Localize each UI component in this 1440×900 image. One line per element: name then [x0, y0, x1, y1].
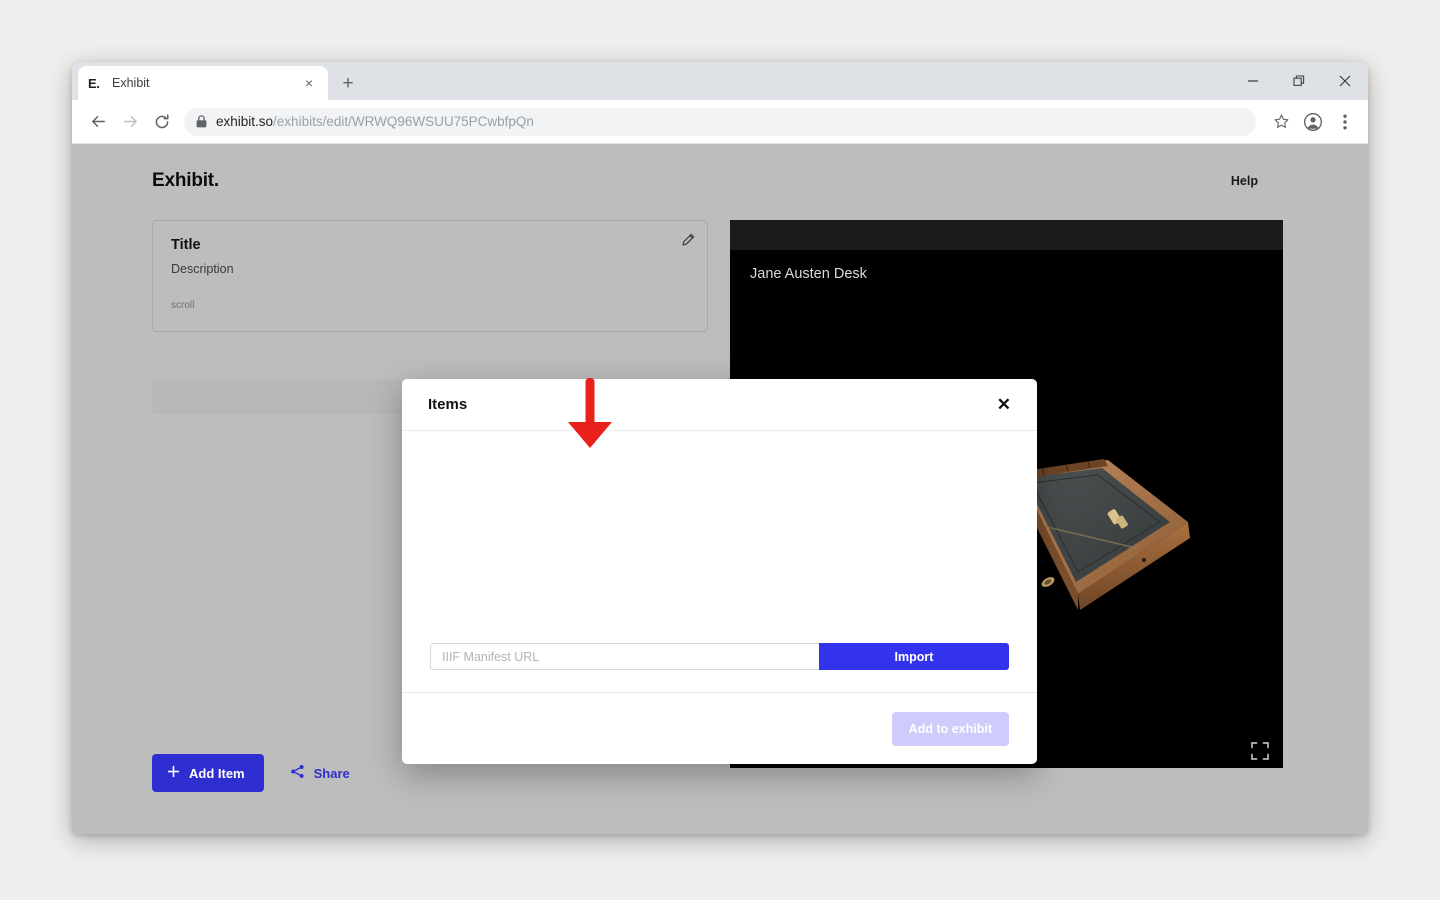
- new-tab-button[interactable]: +: [336, 74, 360, 93]
- item-card-scroll-label: scroll: [171, 300, 689, 311]
- close-icon[interactable]: ✕: [997, 396, 1011, 413]
- exhibit-item-card[interactable]: Title Description scroll: [152, 220, 708, 332]
- window-close-icon[interactable]: [1322, 62, 1368, 100]
- reload-icon[interactable]: [146, 106, 178, 138]
- help-link[interactable]: Help: [1231, 174, 1258, 188]
- browser-window: E. Exhibit × +: [72, 62, 1368, 834]
- forward-arrow-icon[interactable]: [114, 106, 146, 138]
- item-card-description: Description: [171, 262, 689, 276]
- share-icon: [290, 764, 305, 782]
- browser-tab-strip: E. Exhibit × +: [72, 62, 1368, 100]
- window-minimize-icon[interactable]: [1230, 62, 1276, 100]
- share-button[interactable]: Share: [282, 754, 358, 792]
- app-brand-logo[interactable]: Exhibit.: [152, 170, 219, 192]
- app-header: Exhibit. Help: [72, 144, 1368, 192]
- bottom-action-bar: Add Item Share: [152, 754, 358, 792]
- add-item-label: Add Item: [189, 766, 245, 781]
- profile-avatar-icon[interactable]: [1298, 107, 1328, 137]
- star-icon[interactable]: [1266, 107, 1296, 137]
- address-bar[interactable]: exhibit.so/exhibits/edit/WRWQ96WSUU75PCw…: [184, 108, 1256, 136]
- item-card-title: Title: [171, 237, 689, 253]
- import-button[interactable]: Import: [819, 643, 1009, 670]
- import-row: Import: [430, 643, 1009, 670]
- items-modal-body: Import: [402, 431, 1037, 692]
- window-restore-icon[interactable]: [1276, 62, 1322, 100]
- fullscreen-icon[interactable]: [1251, 742, 1269, 760]
- items-modal: Items ✕ Import Add to exhibit: [402, 379, 1037, 764]
- browser-tab-exhibit[interactable]: E. Exhibit ×: [78, 66, 328, 100]
- browser-toolbar: exhibit.so/exhibits/edit/WRWQ96WSUU75PCw…: [72, 100, 1368, 144]
- address-host: exhibit.so: [216, 114, 273, 129]
- address-path: /exhibits/edit/WRWQ96WSUU75PCwbfpQn: [273, 114, 534, 129]
- pencil-icon[interactable]: [681, 233, 695, 252]
- items-modal-footer: Add to exhibit: [402, 692, 1037, 764]
- lock-icon: [196, 115, 207, 128]
- add-to-exhibit-button[interactable]: Add to exhibit: [892, 712, 1009, 746]
- window-controls: [1230, 62, 1368, 100]
- share-label: Share: [314, 766, 350, 781]
- plus-icon: [167, 765, 180, 781]
- tab-favicon-icon: E.: [88, 76, 108, 91]
- viewer-toolbar: [730, 220, 1283, 250]
- tab-close-icon[interactable]: ×: [300, 76, 318, 90]
- tab-title: Exhibit: [108, 76, 300, 90]
- desk-artifact-image: [1018, 442, 1283, 662]
- items-modal-header: Items ✕: [402, 379, 1037, 431]
- address-bar-url: exhibit.so/exhibits/edit/WRWQ96WSUU75PCw…: [216, 114, 534, 129]
- back-arrow-icon[interactable]: [82, 106, 114, 138]
- add-item-button[interactable]: Add Item: [152, 754, 264, 792]
- items-modal-title: Items: [428, 396, 467, 413]
- iiif-manifest-url-input[interactable]: [430, 643, 819, 670]
- viewer-item-title: Jane Austen Desk: [750, 266, 867, 282]
- three-dot-menu-icon[interactable]: [1330, 107, 1360, 137]
- page-content: Exhibit. Help Title Description scroll: [72, 144, 1368, 834]
